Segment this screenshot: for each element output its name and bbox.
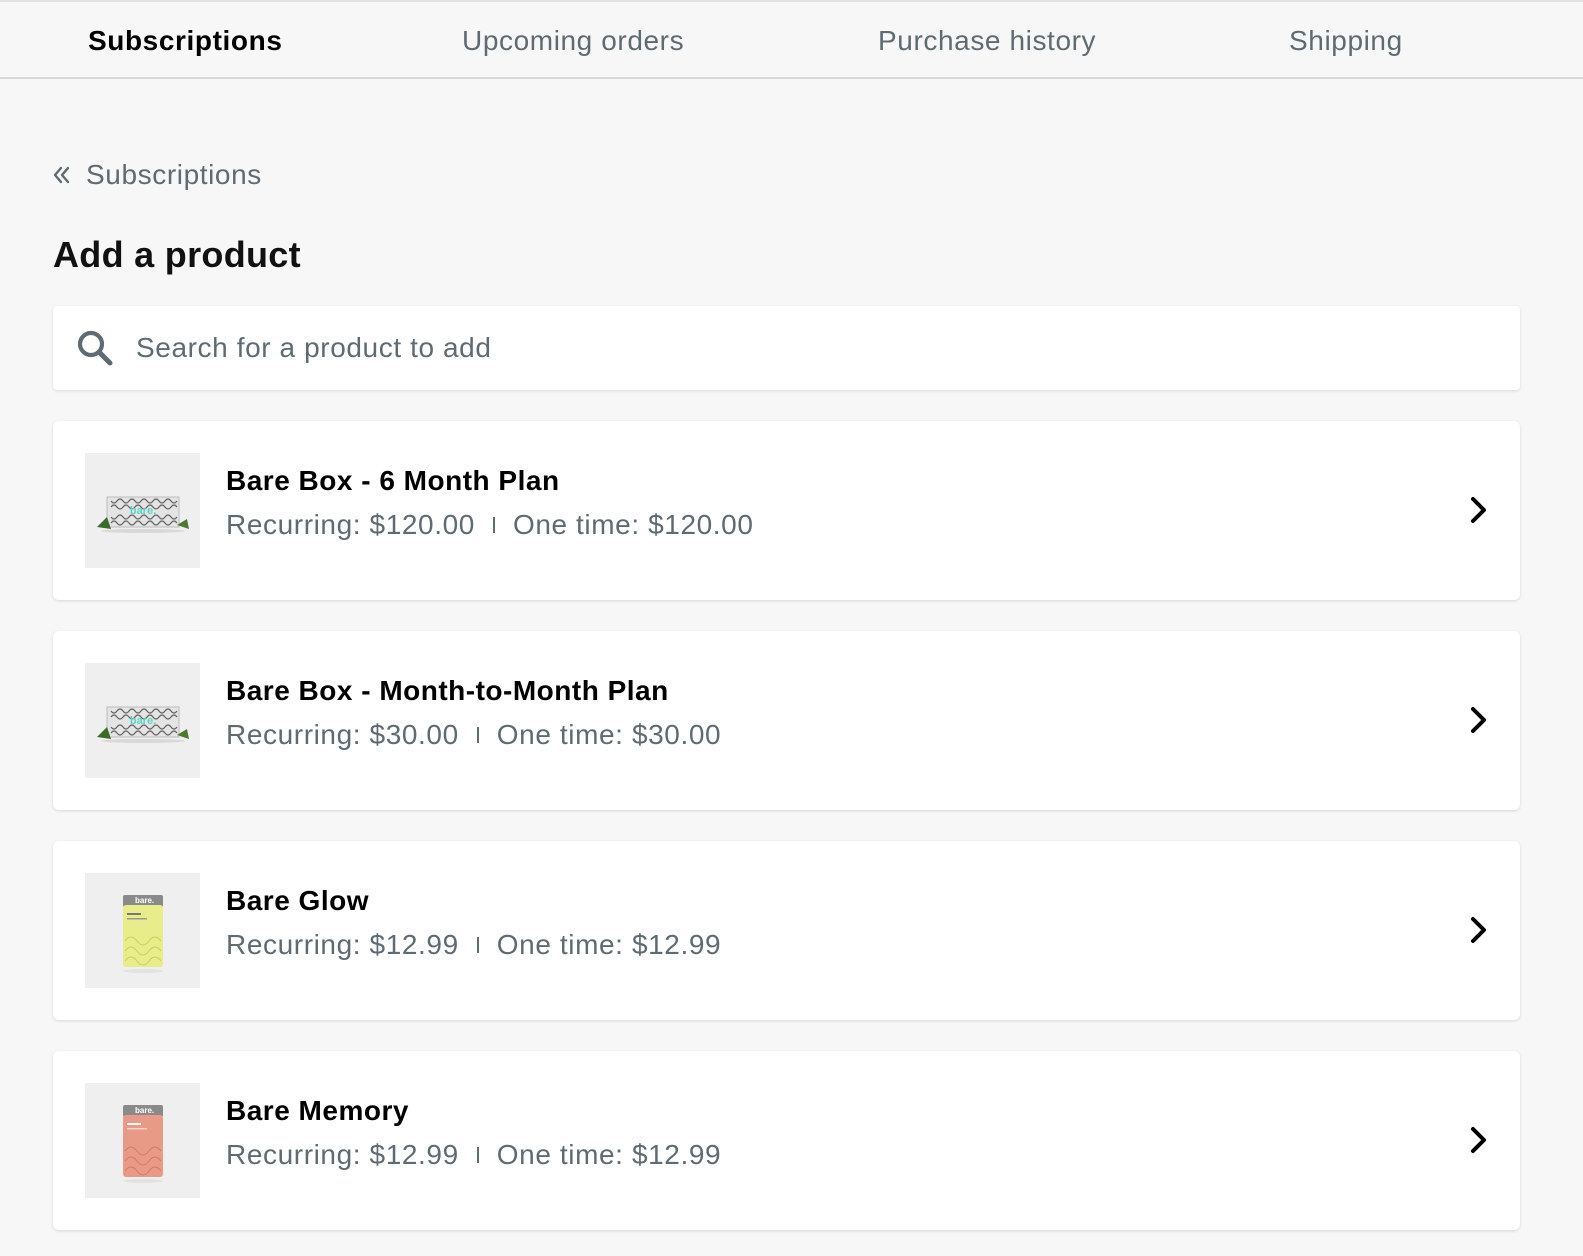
tab-shipping[interactable]: Shipping bbox=[1289, 2, 1403, 79]
recurring-price: Recurring: $12.99 bbox=[226, 929, 459, 960]
one-time-price: One time: $12.99 bbox=[496, 929, 722, 960]
product-prices: Recurring: $12.99 One time: $12.99 bbox=[226, 1139, 721, 1171]
chevron-right-icon bbox=[1471, 1127, 1486, 1153]
product-card[interactable]: bare. Bare Memory Recurring: $12.99 One … bbox=[53, 1051, 1520, 1230]
product-prices: Recurring: $12.99 One time: $12.99 bbox=[226, 929, 721, 961]
product-name: Bare Memory bbox=[226, 1095, 409, 1126]
recurring-price: Recurring: $30.00 bbox=[226, 719, 459, 750]
chevron-right-icon bbox=[1471, 497, 1486, 523]
tab-purchase-history[interactable]: Purchase history bbox=[878, 2, 1096, 79]
bare-box-image: bare. bbox=[85, 453, 200, 568]
search-input[interactable] bbox=[136, 332, 1436, 364]
one-time-price: One time: $12.99 bbox=[496, 1139, 722, 1170]
double-chevron-left-icon bbox=[53, 166, 70, 184]
search-box bbox=[53, 306, 1520, 390]
svg-text:bare.: bare. bbox=[129, 505, 155, 517]
product-prices: Recurring: $30.00 One time: $30.00 bbox=[226, 719, 721, 751]
svg-text:bare.: bare. bbox=[129, 715, 155, 727]
price-separator bbox=[492, 517, 495, 533]
chevron-right-icon bbox=[1471, 707, 1486, 733]
svg-text:bare.: bare. bbox=[135, 896, 154, 905]
recurring-price: Recurring: $120.00 bbox=[226, 509, 475, 540]
one-time-price: One time: $30.00 bbox=[496, 719, 722, 750]
tab-subscriptions[interactable]: Subscriptions bbox=[88, 2, 283, 79]
product-card[interactable]: bare. Bare Box - 6 Month Plan Recurring:… bbox=[53, 421, 1520, 600]
price-separator bbox=[476, 937, 479, 953]
product-name: Bare Box - Month-to-Month Plan bbox=[226, 675, 669, 706]
tab-upcoming-orders[interactable]: Upcoming orders bbox=[462, 2, 684, 79]
tab-bar: Subscriptions Upcoming orders Purchase h… bbox=[0, 0, 1583, 79]
product-prices: Recurring: $120.00 One time: $120.00 bbox=[226, 509, 754, 541]
bare-box-image: bare. bbox=[85, 663, 200, 778]
bare-memory-tin-image: bare. bbox=[85, 1083, 200, 1198]
chevron-right-icon bbox=[1471, 917, 1486, 943]
product-card[interactable]: bare. Bare Glow Recurring: $12.99 One ti… bbox=[53, 841, 1520, 1020]
product-name: Bare Box - 6 Month Plan bbox=[226, 465, 560, 496]
page-title: Add a product bbox=[53, 234, 301, 275]
price-separator bbox=[476, 1147, 479, 1163]
product-name: Bare Glow bbox=[226, 885, 369, 916]
price-separator bbox=[476, 727, 479, 743]
search-icon bbox=[76, 329, 114, 367]
breadcrumb-label: Subscriptions bbox=[86, 159, 262, 190]
product-card[interactable]: bare. Bare Box - Month-to-Month Plan Rec… bbox=[53, 631, 1520, 810]
svg-text:bare.: bare. bbox=[135, 1106, 154, 1115]
bare-glow-tin-image: bare. bbox=[85, 873, 200, 988]
one-time-price: One time: $120.00 bbox=[512, 509, 754, 540]
breadcrumb-back-link[interactable]: Subscriptions bbox=[53, 155, 262, 195]
recurring-price: Recurring: $12.99 bbox=[226, 1139, 459, 1170]
